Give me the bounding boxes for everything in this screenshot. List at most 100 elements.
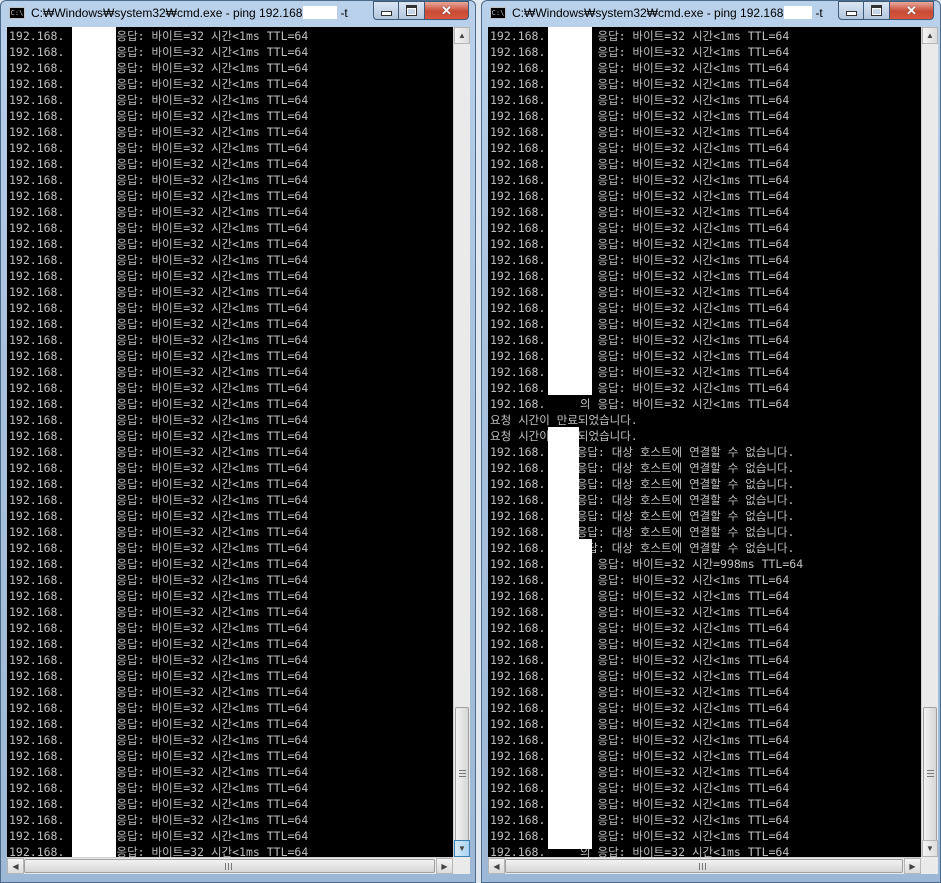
console-line: 192.168. 의 응답: 바이트=32 시간<1ms TTL=64 (9, 109, 309, 123)
vertical-scrollbar[interactable]: ▲ ▼ (921, 27, 938, 857)
cmd-app-icon[interactable]: C:\ (490, 7, 506, 19)
close-button[interactable]: ✕ (890, 1, 934, 20)
console-line: 192.168. 의 응답: 바이트=32 시간<1ms TTL=64 (9, 573, 309, 587)
close-icon: ✕ (441, 2, 452, 18)
redaction-block (548, 427, 579, 539)
console-line: 192.168. 의 응답: 바이트=32 시간<1ms TTL=64 (9, 509, 309, 523)
console-line: 192.168. 의 응답: 바이트=32 시간<1ms TTL=64 (9, 173, 309, 187)
arrow-left-icon: ◀ (493, 861, 500, 871)
console-line: 192.168. 의 응답: 바이트=32 시간<1ms TTL=64 (9, 93, 309, 107)
horizontal-scrollbar[interactable]: ◀ ▶ (7, 857, 453, 874)
console-line: 192.168. 의 응답: 바이트=32 시간<1ms TTL=64 (9, 29, 309, 43)
scroll-down-button[interactable]: ▼ (922, 840, 938, 857)
grip-line (459, 770, 466, 771)
console-line: 192.168. 의 응답: 바이트=32 시간<1ms TTL=64 (490, 829, 790, 843)
console-line: 192.168. 의 응답: 바이트=32 시간<1ms TTL=64 (9, 557, 309, 571)
console-line: 192.168. 의 응답: 바이트=32 시간<1ms TTL=64 (9, 125, 309, 139)
console-line: 192.168. 의 응답: 바이트=32 시간<1ms TTL=64 (9, 765, 309, 779)
scroll-up-button[interactable]: ▲ (454, 27, 470, 44)
window-title-prefix: C:₩Windows₩system32₩cmd.exe - ping 192.1… (31, 6, 303, 20)
cmd-window-left[interactable]: C:\ C:₩Windows₩system32₩cmd.exe - ping 1… (0, 0, 476, 883)
console-line: 192.168. 의 응답: 바이트=32 시간<1ms TTL=64 (490, 221, 790, 235)
resize-grip[interactable] (921, 857, 938, 874)
console-line: 192.168. 의 응답: 바이트=32 시간<1ms TTL=64 (490, 93, 790, 107)
console-line: 192.168. 의 응답: 바이트=32 시간<1ms TTL=64 (9, 781, 309, 795)
console-output[interactable]: 192.168. 의 응답: 바이트=32 시간<1ms TTL=64 192.1… (488, 27, 921, 857)
console-line: 192.168. 의 응답: 바이트=32 시간<1ms TTL=64 (490, 653, 790, 667)
console-line: 192.168. 의 응답: 바이트=32 시간<1ms TTL=64 (490, 749, 790, 763)
console-line: 192.168. 의 응답: 바이트=32 시간<1ms TTL=64 (490, 237, 790, 251)
console-line: 192.168. 의 응답: 바이트=32 시간<1ms TTL=64 (9, 685, 309, 699)
redacted-ip-title (784, 6, 813, 19)
horizontal-scrollbar[interactable]: ◀ ▶ (488, 857, 921, 874)
scroll-down-button[interactable]: ▼ (454, 840, 470, 857)
scroll-right-button[interactable]: ▶ (436, 858, 453, 874)
console-line: 192.168. 의 응답: 바이트=32 시간<1ms TTL=64 (9, 77, 309, 91)
console-line: 192.168. 의 응답: 바이트=32 시간<1ms TTL=64 (490, 845, 790, 857)
maximize-button[interactable] (864, 1, 890, 20)
resize-grip[interactable] (453, 857, 470, 874)
arrow-left-icon: ◀ (12, 861, 19, 871)
console-line: 192.168. 의 응답: 바이트=32 시간<1ms TTL=64 (490, 397, 790, 411)
console-output[interactable]: 192.168. 의 응답: 바이트=32 시간<1ms TTL=64 192.1… (7, 27, 453, 857)
console-line: 192.168. 의 응답: 바이트=32 시간<1ms TTL=64 (9, 445, 309, 459)
console-line: 192.168. 의 응답: 바이트=32 시간=998ms TTL=64 (490, 557, 804, 571)
grip-line (699, 863, 700, 870)
console-line: 192.168. 의 응답: 바이트=32 시간<1ms TTL=64 (490, 157, 790, 171)
scroll-up-button[interactable]: ▲ (922, 27, 938, 44)
minimize-button[interactable] (838, 1, 864, 20)
redaction-block (72, 27, 116, 857)
minimize-button[interactable] (373, 1, 399, 20)
console-line: 192.168. 의 응답: 바이트=32 시간<1ms TTL=64 (9, 301, 309, 315)
cmd-window-right[interactable]: C:\ C:₩Windows₩system32₩cmd.exe - ping 1… (481, 0, 941, 883)
console-line: 요청 시간이 만료되었습니다. (490, 413, 638, 427)
title-bar[interactable]: C:\ C:₩Windows₩system32₩cmd.exe - ping 1… (1, 1, 475, 25)
console-line: 192.168. 의 응답: 바이트=32 시간<1ms TTL=64 (490, 205, 790, 219)
maximize-button[interactable] (399, 1, 425, 20)
console-line: 192.168. 의 응답: 바이트=32 시간<1ms TTL=64 (490, 365, 790, 379)
scroll-right-button[interactable]: ▶ (904, 858, 921, 874)
grip-line (459, 773, 466, 774)
console-line: 192.168. 의 응답: 바이트=32 시간<1ms TTL=64 (490, 717, 790, 731)
arrow-down-icon: ▼ (926, 844, 934, 853)
console-line: 192.168. 의 응답: 바이트=32 시간<1ms TTL=64 (490, 45, 790, 59)
grip-line (459, 776, 466, 777)
horizontal-scroll-thumb[interactable] (24, 859, 435, 873)
console-line: 192.168. 의 응답: 바이트=32 시간<1ms TTL=64 (490, 669, 790, 683)
console-line: 192.168. 의 응답: 바이트=32 시간<1ms TTL=64 (9, 269, 309, 283)
window-title-suffix: -t (340, 6, 348, 20)
vertical-scroll-thumb[interactable] (455, 707, 469, 842)
grip-line (927, 770, 934, 771)
console-line: 192.168. 의 응답: 바이트=32 시간<1ms TTL=64 (9, 61, 309, 75)
cmd-app-icon[interactable]: C:\ (9, 7, 25, 19)
console-line: 192.168. 의 응답: 바이트=32 시간<1ms TTL=64 (9, 605, 309, 619)
console-lines: 192.168. 의 응답: 바이트=32 시간<1ms TTL=64 192.1… (490, 28, 803, 857)
redaction-block (548, 539, 592, 849)
console-line: 192.168. 의 응답: 바이트=32 시간<1ms TTL=64 (9, 653, 309, 667)
console-line: 192.168. 의 응답: 바이트=32 시간<1ms TTL=64 (9, 221, 309, 235)
console-line: 192.168. 의 응답: 바이트=32 시간<1ms TTL=64 (9, 749, 309, 763)
console-line: 192.168. 의 응답: 대상 호스트에 연결할 수 없습니다. (490, 445, 795, 459)
close-button[interactable]: ✕ (425, 1, 469, 20)
minimize-icon (845, 11, 857, 16)
redacted-ip-title (303, 6, 338, 19)
scroll-left-button[interactable]: ◀ (488, 858, 505, 874)
window-title: C:₩Windows₩system32₩cmd.exe - ping 192.1… (31, 4, 348, 22)
vertical-scrollbar[interactable]: ▲ ▼ (453, 27, 470, 857)
console-line: 192.168. 의 응답: 바이트=32 시간<1ms TTL=64 (490, 125, 790, 139)
console-line: 192.168. 의 응답: 대상 호스트에 연결할 수 없습니다. (490, 509, 795, 523)
console-line: 192.168. 의 응답: 바이트=32 시간<1ms TTL=64 (9, 317, 309, 331)
console-line: 192.168. 의 응답: 바이트=32 시간<1ms TTL=64 (9, 525, 309, 539)
arrow-up-icon: ▲ (458, 31, 466, 40)
vertical-scroll-thumb[interactable] (923, 707, 937, 842)
close-icon: ✕ (906, 2, 917, 18)
console-line: 192.168. 의 응답: 바이트=32 시간<1ms TTL=64 (490, 733, 790, 747)
console-line: 192.168. 의 응답: 바이트=32 시간<1ms TTL=64 (490, 781, 790, 795)
title-bar[interactable]: C:\ C:₩Windows₩system32₩cmd.exe - ping 1… (482, 1, 940, 25)
scroll-left-button[interactable]: ◀ (7, 858, 24, 874)
console-line: 192.168. 의 응답: 바이트=32 시간<1ms TTL=64 (9, 797, 309, 811)
horizontal-scroll-thumb[interactable] (505, 859, 903, 873)
grip-line (705, 863, 706, 870)
console-line: 192.168. 의 응답: 바이트=32 시간<1ms TTL=64 (490, 189, 790, 203)
console-line: 192.168. 의 응답: 바이트=32 시간<1ms TTL=64 (9, 45, 309, 59)
